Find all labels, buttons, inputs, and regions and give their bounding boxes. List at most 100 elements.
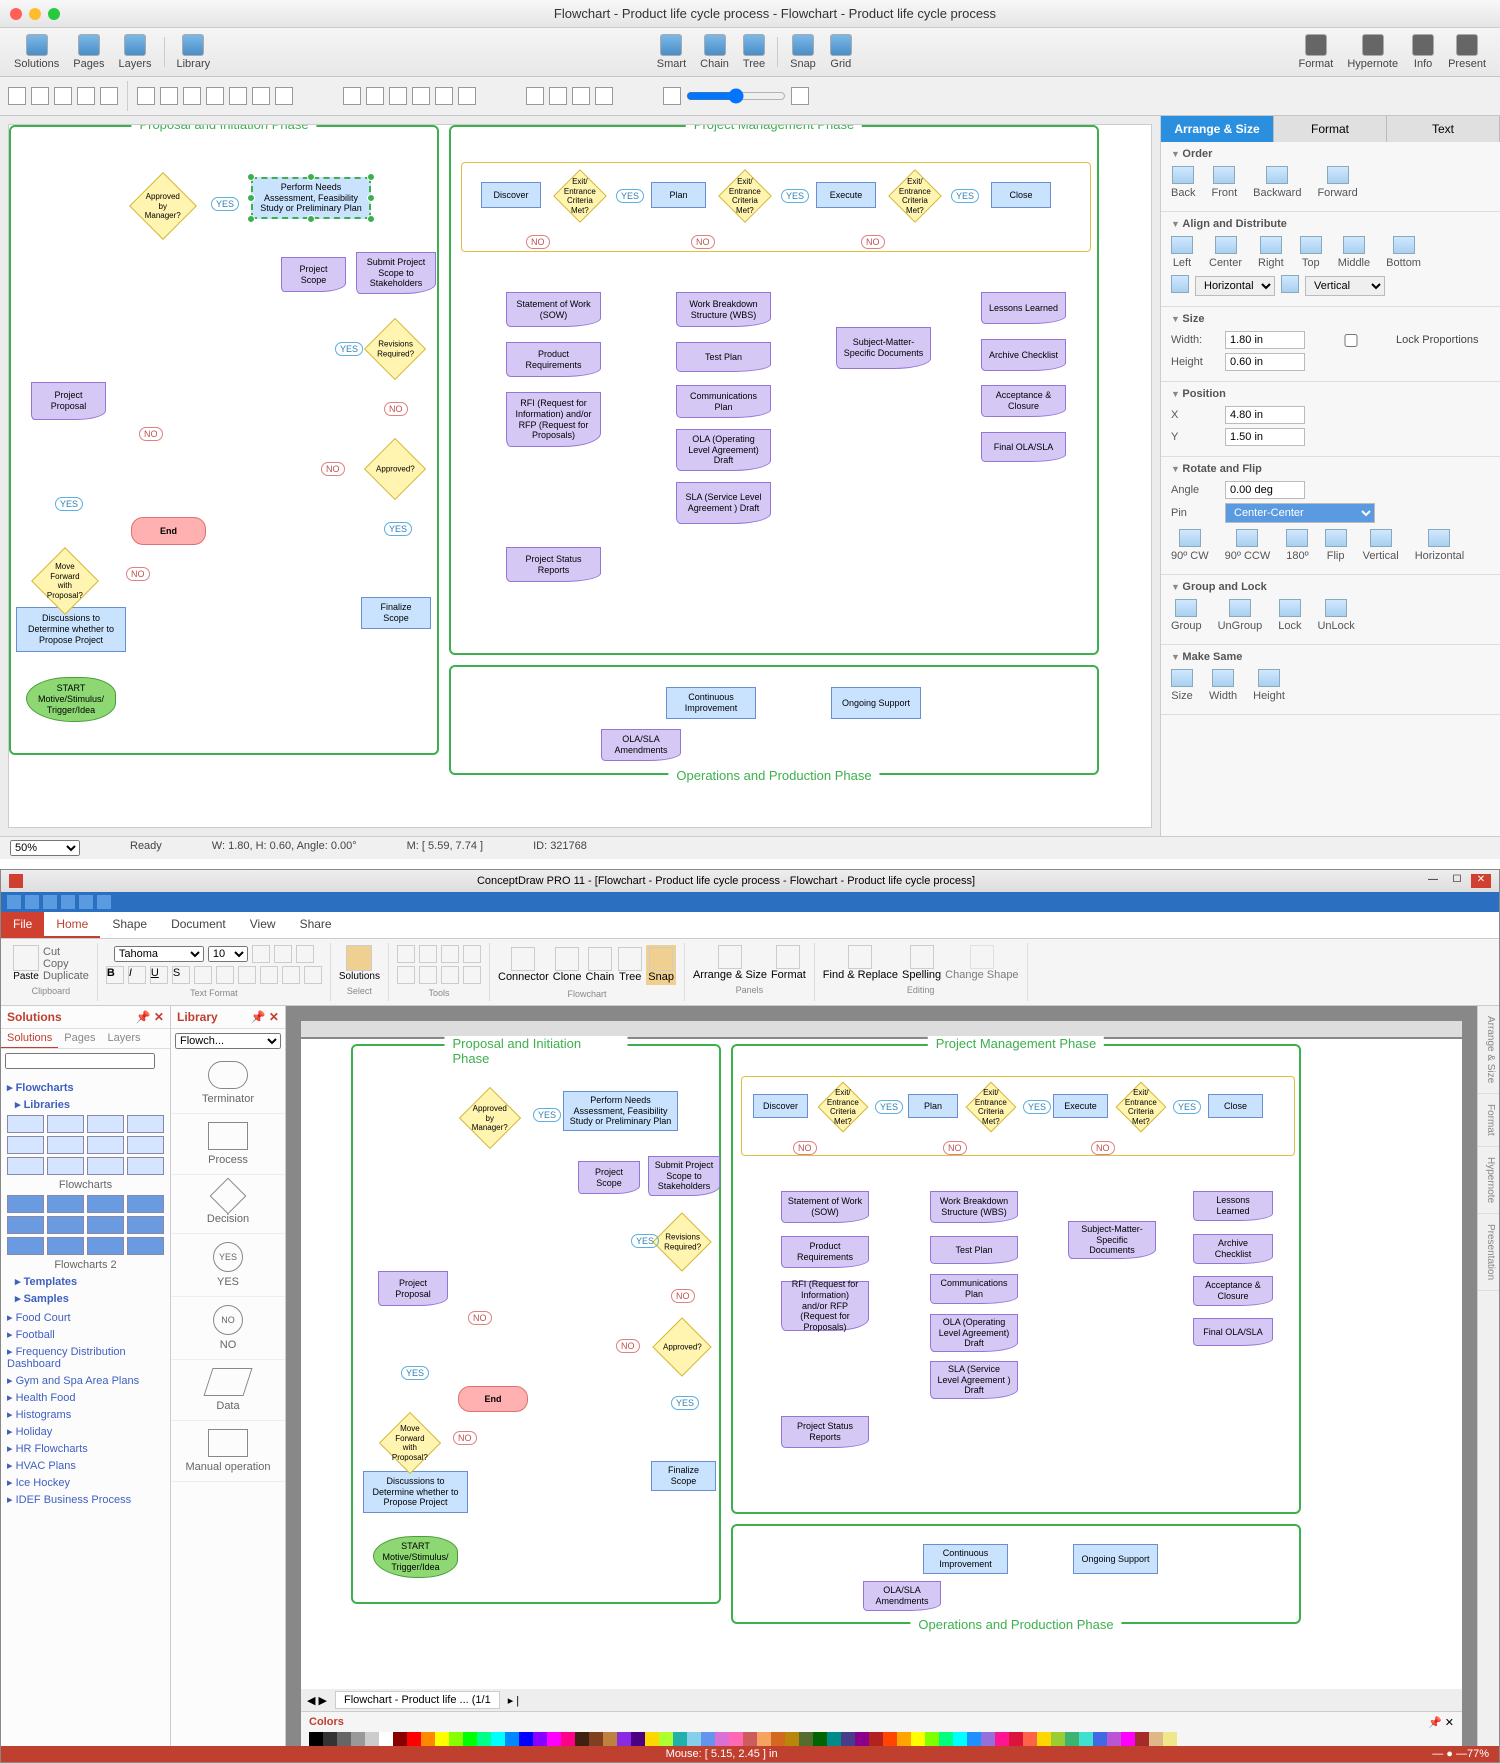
sel6[interactable] xyxy=(419,966,437,984)
color-swatch[interactable] xyxy=(715,1732,729,1746)
w-cplan[interactable]: Communications Plan xyxy=(930,1274,1018,1304)
pointer-tool[interactable] xyxy=(8,87,26,105)
conn-tool2[interactable] xyxy=(366,87,384,105)
tab-arrange[interactable]: Arrange & Size xyxy=(1161,116,1274,142)
color-swatch[interactable] xyxy=(1037,1732,1051,1746)
tree-item[interactable]: ▸ HVAC Plans xyxy=(7,1457,164,1474)
color-swatch[interactable] xyxy=(603,1732,617,1746)
tree-templates[interactable]: Templates xyxy=(15,1273,164,1290)
vtab-pres[interactable]: Presentation xyxy=(1478,1214,1499,1291)
fontcolor[interactable] xyxy=(296,945,314,963)
w-arch[interactable]: Archive Checklist xyxy=(1193,1234,1273,1264)
doc-tab[interactable]: Flowchart - Product life ... (1/1 xyxy=(335,1691,500,1709)
discover-node[interactable]: Discover xyxy=(481,182,541,208)
lib-pin-icon[interactable]: 📌 ✕ xyxy=(251,1010,279,1024)
arrsize-rib[interactable] xyxy=(718,945,742,969)
align-l[interactable] xyxy=(194,966,212,984)
conn-tool4[interactable] xyxy=(412,87,430,105)
tab-text[interactable]: Text xyxy=(1387,116,1500,142)
color-swatch[interactable] xyxy=(337,1732,351,1746)
finalize-node[interactable]: Finalize Scope xyxy=(361,597,431,629)
needs-node[interactable]: Perform Needs Assessment, Feasibility St… xyxy=(251,177,371,219)
vtab-arr[interactable]: Arrange & Size xyxy=(1478,1006,1499,1094)
fontsize-select[interactable]: 10 xyxy=(208,946,248,962)
rrect-tool[interactable] xyxy=(77,87,95,105)
w-sme[interactable]: Subject-Matter-Specific Documents xyxy=(1068,1221,1156,1259)
lock-button[interactable]: Lock xyxy=(1278,599,1301,632)
pin-select[interactable]: Center-Center xyxy=(1225,503,1375,523)
x-input[interactable] xyxy=(1225,406,1305,424)
qat-save[interactable] xyxy=(43,895,57,909)
color-swatch[interactable] xyxy=(393,1732,407,1746)
tree-item[interactable]: ▸ Football xyxy=(7,1326,164,1343)
spell-rib[interactable] xyxy=(910,945,934,969)
tree-button[interactable]: Tree xyxy=(737,32,771,72)
angle-input[interactable] xyxy=(1225,481,1305,499)
inc-font[interactable] xyxy=(252,945,270,963)
sel4[interactable] xyxy=(463,945,481,963)
shape-item[interactable]: NONO xyxy=(171,1297,285,1360)
color-swatch[interactable] xyxy=(323,1732,337,1746)
rev-decision[interactable]: Revisions Required? xyxy=(364,318,426,380)
scope-node[interactable]: Project Scope xyxy=(281,257,346,292)
rect-tool[interactable] xyxy=(54,87,72,105)
color-swatch[interactable] xyxy=(995,1732,1009,1746)
bold[interactable]: B xyxy=(106,966,124,984)
tree-samples[interactable]: Samples xyxy=(15,1290,164,1307)
color-swatch[interactable] xyxy=(785,1732,799,1746)
qat-undo[interactable] xyxy=(61,895,75,909)
rfi-node[interactable]: RFI (Request for Information) and/or RFP… xyxy=(506,392,601,447)
amend-node[interactable]: OLA/SLA Amendments xyxy=(601,729,681,761)
strike[interactable]: S xyxy=(172,966,190,984)
paste-button[interactable] xyxy=(13,945,39,971)
preq-node[interactable]: Product Requirements xyxy=(506,342,601,377)
backward-button[interactable]: Backward xyxy=(1253,166,1301,199)
submit-node[interactable]: Submit Project Scope to Stakeholders xyxy=(356,252,436,294)
forward-button[interactable]: Forward xyxy=(1317,166,1357,199)
zoom-icon[interactable] xyxy=(48,8,60,20)
tree-item[interactable]: ▸ Ice Hockey xyxy=(7,1474,164,1491)
color-swatch[interactable] xyxy=(827,1732,841,1746)
color-swatch[interactable] xyxy=(547,1732,561,1746)
sme-node[interactable]: Subject-Matter-Specific Documents xyxy=(836,327,931,369)
minimize-icon[interactable] xyxy=(29,8,41,20)
text-tool[interactable] xyxy=(31,87,49,105)
layers-button[interactable]: Layers xyxy=(112,32,157,72)
w-plan[interactable]: Plan xyxy=(908,1094,958,1118)
appr-decision[interactable]: Approved? xyxy=(364,438,426,500)
align-j[interactable] xyxy=(260,966,278,984)
soltab-pages[interactable]: Pages xyxy=(58,1029,101,1048)
execute-node[interactable]: Execute xyxy=(816,182,876,208)
snap-button[interactable]: Snap xyxy=(784,32,822,72)
info-button[interactable]: Info xyxy=(1406,32,1440,72)
color-swatch[interactable] xyxy=(617,1732,631,1746)
shape-item[interactable]: Process xyxy=(171,1114,285,1175)
color-swatch[interactable] xyxy=(519,1732,533,1746)
italic[interactable]: I xyxy=(128,966,146,984)
color-swatch[interactable] xyxy=(743,1732,757,1746)
zoomout-tool[interactable] xyxy=(549,87,567,105)
ola-node[interactable]: OLA (Operating Level Agreement) Draft xyxy=(676,429,771,471)
ongoing-node[interactable]: Ongoing Support xyxy=(831,687,921,719)
close-icon[interactable] xyxy=(10,8,22,20)
color-swatch[interactable] xyxy=(505,1732,519,1746)
w-rfi[interactable]: RFI (Request for Information) and/or RFP… xyxy=(781,1281,869,1331)
w-fola[interactable]: Final OLA/SLA xyxy=(1193,1318,1273,1346)
tree-libraries[interactable]: Libraries xyxy=(15,1096,164,1113)
fola-node[interactable]: Final OLA/SLA xyxy=(981,432,1066,462)
pen-tool[interactable] xyxy=(229,87,247,105)
color-swatch[interactable] xyxy=(449,1732,463,1746)
w-start[interactable]: START Motive/Stimulus/ Trigger/Idea xyxy=(373,1536,458,1578)
color-swatch[interactable] xyxy=(421,1732,435,1746)
dist-h-icon[interactable] xyxy=(1171,275,1189,293)
color-swatch[interactable] xyxy=(379,1732,393,1746)
color-swatch[interactable] xyxy=(309,1732,323,1746)
w-submit[interactable]: Submit Project Scope to Stakeholders xyxy=(648,1156,720,1196)
cut-button[interactable]: Cut xyxy=(43,946,89,958)
close-button[interactable]: ✕ xyxy=(1471,874,1491,888)
rot-cw[interactable]: 90º CW xyxy=(1171,529,1209,562)
color-swatch[interactable] xyxy=(659,1732,673,1746)
doc-tab-add[interactable]: ▸ | xyxy=(508,1694,519,1707)
color-swatch[interactable] xyxy=(981,1732,995,1746)
canvas-win[interactable]: Proposal and Initiation Phase START Moti… xyxy=(286,1006,1477,1746)
